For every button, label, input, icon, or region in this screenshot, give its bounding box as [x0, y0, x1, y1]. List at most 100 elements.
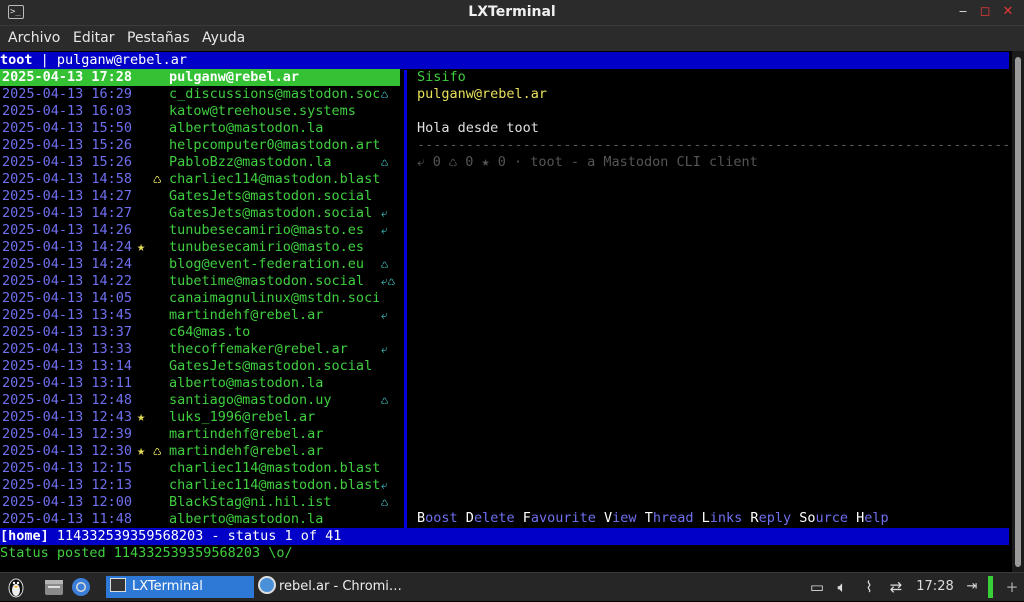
timeline-row[interactable]: 2025-04-13 14:58 ♺ charliec114@mastodon.b… [0, 171, 400, 188]
timeline-row-datetime: 2025-04-13 12:00 [2, 494, 133, 510]
timeline-row-account: charliec114@mastodon.blast [169, 477, 379, 493]
volume-icon[interactable]: 🔈︎ [832, 576, 852, 598]
timeline-row-flags: ★ ♺ [137, 443, 162, 459]
start-menu-icon[interactable] [5, 576, 27, 598]
timeline-row-account: alberto@mastodon.la [169, 375, 324, 391]
timeline-row[interactable]: 2025-04-13 15:26 PabloBzz@mastodon.la ♺ [0, 154, 400, 171]
timeline-row[interactable]: 2025-04-13 12:00 BlackStag@ni.hil.ist ♺ [0, 494, 400, 511]
timeline-row[interactable]: 2025-04-13 14:22 tubetime@mastodon.social… [0, 273, 400, 290]
app-name: toot [0, 52, 33, 68]
timeline-row[interactable]: 2025-04-13 12:30 ★ ♺ martindehf@rebel.ar [0, 443, 400, 460]
help-key: L [701, 510, 710, 526]
timeline-row[interactable]: 2025-04-13 16:03 katow@treehouse.systems [0, 103, 400, 120]
timeline-row[interactable]: 2025-04-13 14:05 canaimagnulinux@mstdn.so… [0, 290, 400, 307]
timeline-row-account: martindehf@rebel.ar [169, 426, 324, 442]
timeline-row-datetime: 2025-04-13 15:50 [2, 120, 133, 136]
timeline-row-datetime: 2025-04-13 13:37 [2, 324, 133, 340]
help-key: So [799, 510, 816, 526]
menu-archivo[interactable]: Archivo [8, 30, 60, 46]
timeline-row[interactable]: 2025-04-13 13:11 alberto@mastodon.la [0, 375, 400, 392]
network-icon[interactable]: ⇄ [887, 576, 905, 598]
timeline-row[interactable]: 2025-04-13 12:43 ★ luks_1996@rebel.ar [0, 409, 400, 426]
maximize-button[interactable]: ◻ [977, 4, 993, 20]
timeline-row-account: GatesJets@mastodon.social [169, 205, 373, 221]
timeline-row-indicator: ⤶ [381, 308, 388, 322]
timeline-row[interactable]: 2025-04-13 12:48 santiago@mastodon.uy ♺ [0, 392, 400, 409]
terminal-scrollbar[interactable] [1012, 51, 1024, 572]
help-label: inks [709, 510, 743, 526]
timeline-row[interactable]: 2025-04-13 13:45 martindehf@rebel.ar ⤶ [0, 307, 400, 324]
timeline-row-indicator: ⤶ [381, 223, 388, 237]
taskbar: LXTerminal rebel.ar - Chromi… ▭ 🔈︎ ⌇ ⇄ 1… [0, 572, 1024, 601]
task-lxterminal[interactable]: LXTerminal [106, 576, 254, 598]
timeline-row-indicator: ⤶ [381, 342, 388, 356]
close-button[interactable]: ✕ [1000, 4, 1016, 20]
timeline-row[interactable]: 2025-04-13 14:24 ★ tunubesecamirio@masto.e… [0, 239, 400, 256]
status-message: Status posted 114332539359568203 \o/ [0, 545, 293, 561]
timeline-row[interactable]: 2025-04-13 12:39 martindehf@rebel.ar [0, 426, 400, 443]
timeline-row-account: tunubesecamirio@masto.es [169, 239, 365, 255]
timeline-row-datetime: 2025-04-13 14:26 [2, 222, 133, 238]
status-meta: ⤶ 0 ♺ 0 ★ 0 · toot - a Mastodon CLI clie… [417, 154, 758, 170]
timeline-row[interactable]: 2025-04-13 14:24 blog@event-federation.eu… [0, 256, 400, 273]
timeline-row-indicator: ⤶♺ [381, 274, 395, 288]
chromium-icon[interactable] [70, 576, 92, 598]
help-key: B [417, 510, 426, 526]
clock[interactable]: 17:28 [910, 576, 960, 598]
timeline-row[interactable]: 2025-04-13 13:14 GatesJets@mastodon.socia… [0, 358, 400, 375]
add-icon[interactable]: + [1004, 576, 1020, 598]
timeline-row[interactable]: 2025-04-13 15:50 alberto@mastodon.la [0, 120, 400, 137]
help-key: F [522, 510, 531, 526]
help-label: elp [864, 510, 889, 526]
timeline-row[interactable]: 2025-04-13 11:48 alberto@mastodon.la [0, 511, 400, 528]
task-label: rebel.ar - Chromi… [279, 579, 402, 594]
timeline-row-datetime: 2025-04-13 17:28 [2, 69, 133, 85]
timeline-row-datetime: 2025-04-13 15:26 [2, 137, 133, 153]
minimize-button[interactable]: ‒ [955, 4, 971, 20]
help-label: eply [758, 510, 792, 526]
timeline-row[interactable]: 2025-04-13 17:28 pulganw@rebel.ar [0, 69, 400, 86]
author-account: pulganw@rebel.ar [417, 86, 548, 102]
timeline-row-indicator: ♺ [381, 257, 389, 271]
timeline-row[interactable]: 2025-04-13 12:15 charliec114@mastodon.bla… [0, 460, 400, 477]
timeline-row-datetime: 2025-04-13 14:24 [2, 239, 133, 255]
timeline-row[interactable]: 2025-04-13 14:27 GatesJets@mastodon.socia… [0, 188, 400, 205]
timeline-row-account: blog@event-federation.eu [169, 256, 365, 272]
timeline-row[interactable]: 2025-04-13 14:26 tunubesecamirio@masto.es… [0, 222, 400, 239]
timeline-row-datetime: 2025-04-13 14:58 [2, 171, 133, 187]
timeline-row-datetime: 2025-04-13 14:27 [2, 188, 133, 204]
timeline-row-datetime: 2025-04-13 12:13 [2, 477, 133, 493]
clipboard-icon[interactable]: ⌇ [861, 576, 877, 598]
timeline-row-datetime: 2025-04-13 12:39 [2, 426, 133, 442]
menu-bar: Archivo Editar Pestañas Ayuda [0, 25, 1024, 51]
file-manager-icon[interactable] [43, 576, 65, 598]
timeline-row[interactable]: 2025-04-13 12:13 charliec114@mastodon.bla… [0, 477, 400, 494]
task-chromium[interactable]: rebel.ar - Chromi… [256, 576, 406, 598]
timeline-row[interactable]: 2025-04-13 14:27 GatesJets@mastodon.socia… [0, 205, 400, 222]
timeline-row-datetime: 2025-04-13 11:48 [2, 511, 133, 527]
timeline-row-account: GatesJets@mastodon.social [169, 188, 373, 204]
timeline-row-datetime: 2025-04-13 13:33 [2, 341, 133, 357]
terminal-area[interactable]: toot | pulganw@rebel.ar 2025-04-13 17:28… [0, 51, 1012, 572]
timeline-row[interactable]: 2025-04-13 13:37 c64@mas.to [0, 324, 400, 341]
cpu-monitor [988, 576, 993, 598]
timeline-row-datetime: 2025-04-13 13:14 [2, 358, 133, 374]
timeline-row-datetime: 2025-04-13 12:30 [2, 443, 133, 459]
menu-pestanas[interactable]: Pestañas [127, 30, 190, 46]
timeline-row[interactable]: 2025-04-13 16:29 c_discussions@mastodon.s… [0, 86, 400, 103]
timeline-row-flags: ♺ [137, 171, 162, 187]
menu-ayuda[interactable]: Ayuda [202, 30, 245, 46]
window-list-icon[interactable]: ▭ [808, 576, 826, 598]
help-label: hread [652, 510, 694, 526]
timeline-row-indicator: ♺ [381, 393, 389, 407]
keyboard-help-bar: Boost Delete Favourite View Thread Links… [417, 510, 889, 527]
menu-editar[interactable]: Editar [73, 30, 114, 46]
logout-icon[interactable]: ⇥ [963, 576, 981, 598]
timeline-row-account: alberto@mastodon.la [169, 120, 324, 136]
help-key: V [604, 510, 613, 526]
timeline-row[interactable]: 2025-04-13 13:33 thecoffemaker@rebel.ar ⤶ [0, 341, 400, 358]
scrollbar-thumb[interactable] [1015, 57, 1021, 567]
timeline-row[interactable]: 2025-04-13 15:26 helpcomputer0@mastodon.a… [0, 137, 400, 154]
help-key: R [750, 510, 759, 526]
timeline-row-account: martindehf@rebel.ar [169, 443, 324, 459]
